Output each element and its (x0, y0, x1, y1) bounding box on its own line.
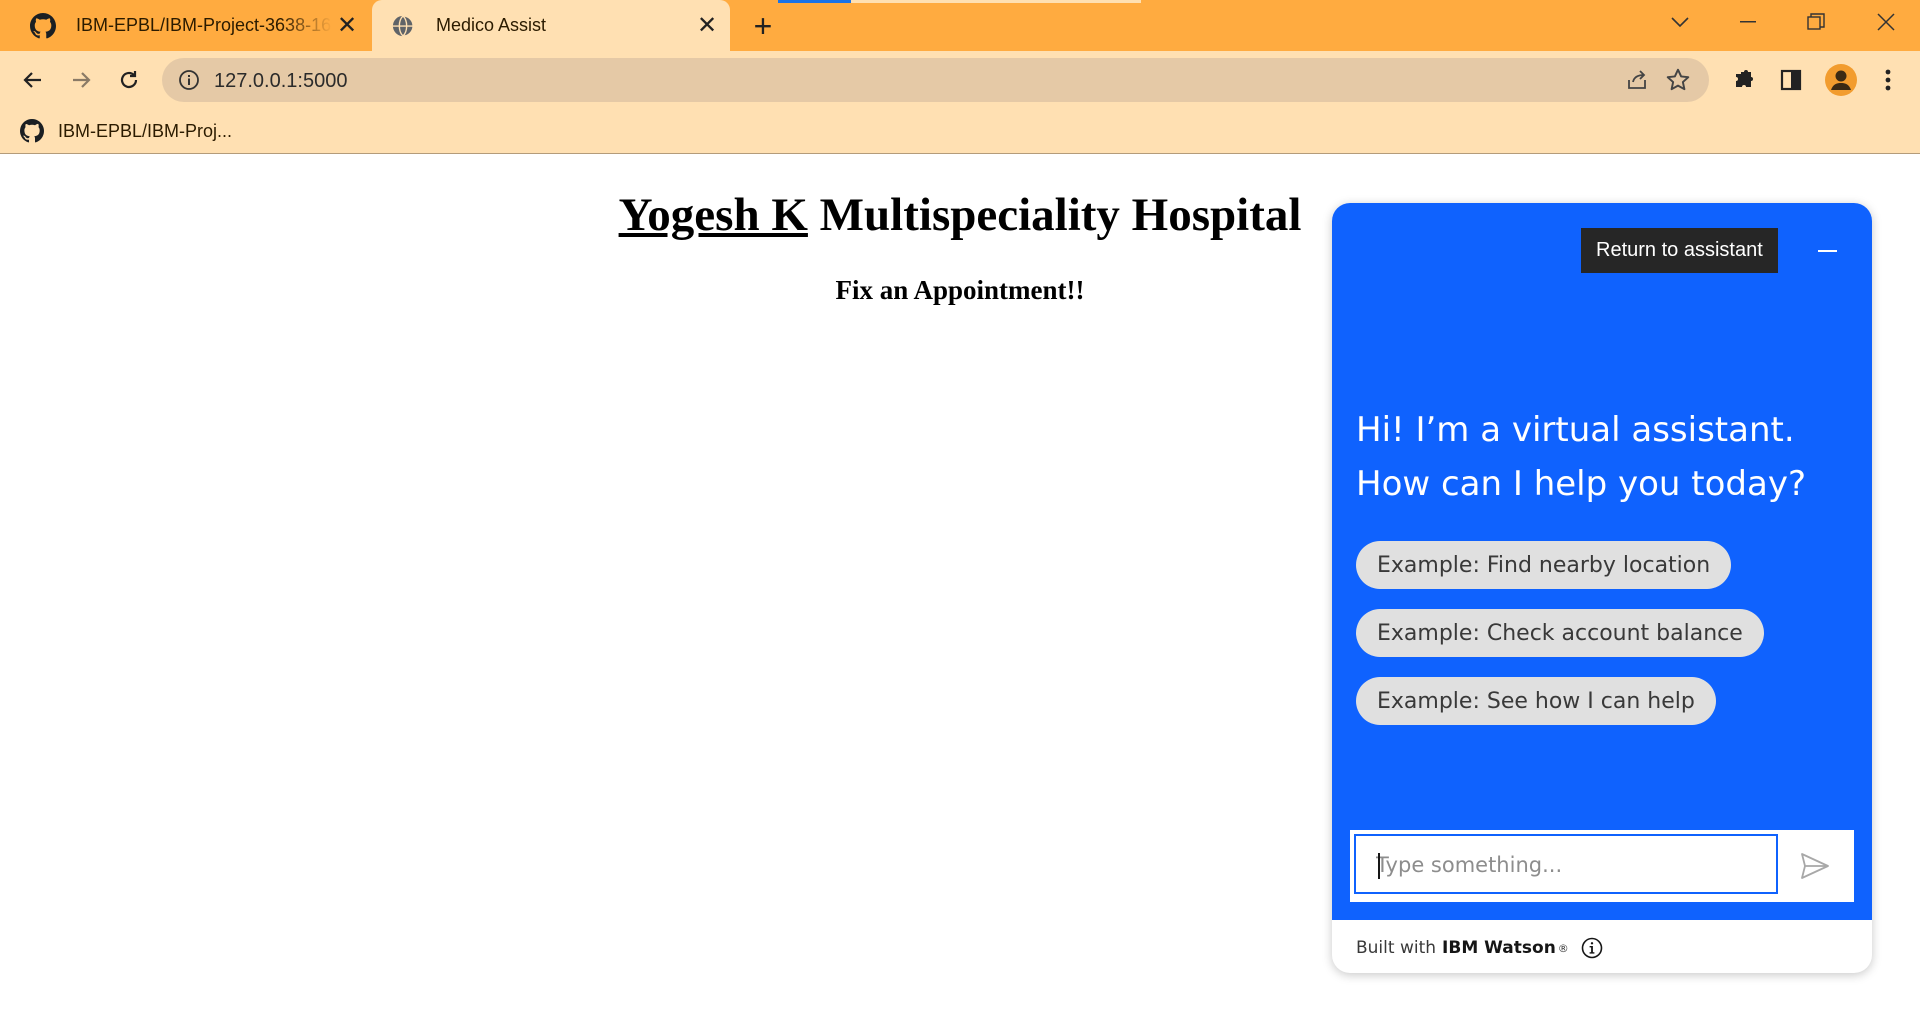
github-icon (30, 12, 56, 39)
return-to-assistant-button[interactable]: Return to assistant (1581, 228, 1778, 273)
bookmarks-bar: IBM-EPBL/IBM-Proj... (0, 109, 1920, 154)
message-input-box[interactable] (1354, 834, 1778, 894)
side-panel-icon[interactable] (1777, 66, 1805, 94)
text-caret (1378, 853, 1380, 879)
globe-icon (390, 13, 416, 39)
minimize-chat-button[interactable] (1811, 235, 1843, 267)
close-tab-icon[interactable]: ✕ (332, 11, 362, 41)
back-arrow-icon[interactable] (14, 61, 52, 99)
menu-more-icon[interactable] (1874, 66, 1902, 94)
send-button[interactable] (1780, 834, 1850, 898)
minimize-icon (1817, 250, 1837, 252)
share-icon[interactable] (1625, 68, 1649, 92)
site-info-icon[interactable] (178, 69, 200, 91)
tab-loading-bar (778, 0, 1141, 3)
message-composer (1350, 830, 1854, 902)
message-input[interactable] (1376, 850, 1756, 880)
tab-strip: IBM-EPBL/IBM-Project-3638-1660 ✕ Medico … (0, 0, 1920, 51)
suggestion-check-account-balance[interactable]: Example: Check account balance (1356, 609, 1764, 657)
footer-brand: IBM Watson (1442, 938, 1556, 958)
suggestion-see-how-i-can-help[interactable]: Example: See how I can help (1356, 677, 1716, 725)
registered-mark: ® (1557, 941, 1569, 955)
suggestion-find-nearby-location[interactable]: Example: Find nearby location (1356, 541, 1732, 589)
bookmark-label: IBM-EPBL/IBM-Proj... (58, 120, 233, 141)
address-bar[interactable]: 127.0.0.1:5000 (162, 58, 1709, 102)
bookmark-item[interactable]: IBM-EPBL/IBM-Proj... (20, 115, 232, 147)
reload-icon[interactable] (110, 61, 148, 99)
close-window-icon[interactable] (1858, 0, 1914, 44)
hospital-title-rest: Multispeciality Hospital (807, 189, 1302, 241)
new-tab-button[interactable]: + (745, 8, 781, 44)
browser-toolbar: 127.0.0.1:5000 (0, 51, 1920, 109)
forward-arrow-icon[interactable] (62, 61, 100, 99)
tab-medico-assist[interactable]: Medico Assist ✕ (372, 0, 730, 51)
send-icon (1801, 853, 1829, 879)
bookmark-star-icon[interactable] (1665, 67, 1691, 93)
profile-avatar-icon[interactable] (1824, 63, 1858, 97)
tab-title: IBM-EPBL/IBM-Project-3638-1660 (76, 15, 332, 35)
footer-prefix: Built with (1356, 938, 1437, 958)
github-icon (20, 119, 44, 143)
extensions-puzzle-icon[interactable] (1730, 66, 1758, 94)
restore-window-icon[interactable] (1788, 0, 1844, 44)
tab-search-icon[interactable] (1652, 0, 1708, 44)
assistant-greeting: Hi! I’m a virtual assistant. How can I h… (1356, 410, 1807, 504)
tab-title: Medico Assist (436, 15, 547, 35)
tab-github-project[interactable]: IBM-EPBL/IBM-Project-3638-1660 ✕ (10, 0, 370, 51)
minimize-window-icon[interactable] (1720, 0, 1776, 44)
info-icon[interactable] (1581, 937, 1603, 959)
hospital-owner-name: Yogesh K (618, 189, 808, 241)
assistant-chat-panel: Return to assistant Hi! I’m a virtual as… (1332, 203, 1872, 973)
url-text: 127.0.0.1:5000 (214, 70, 348, 92)
close-tab-icon[interactable]: ✕ (692, 11, 722, 41)
assistant-footer: Built with IBM Watson ® (1356, 937, 1603, 959)
assistant-home-screen: Return to assistant Hi! I’m a virtual as… (1332, 203, 1872, 920)
